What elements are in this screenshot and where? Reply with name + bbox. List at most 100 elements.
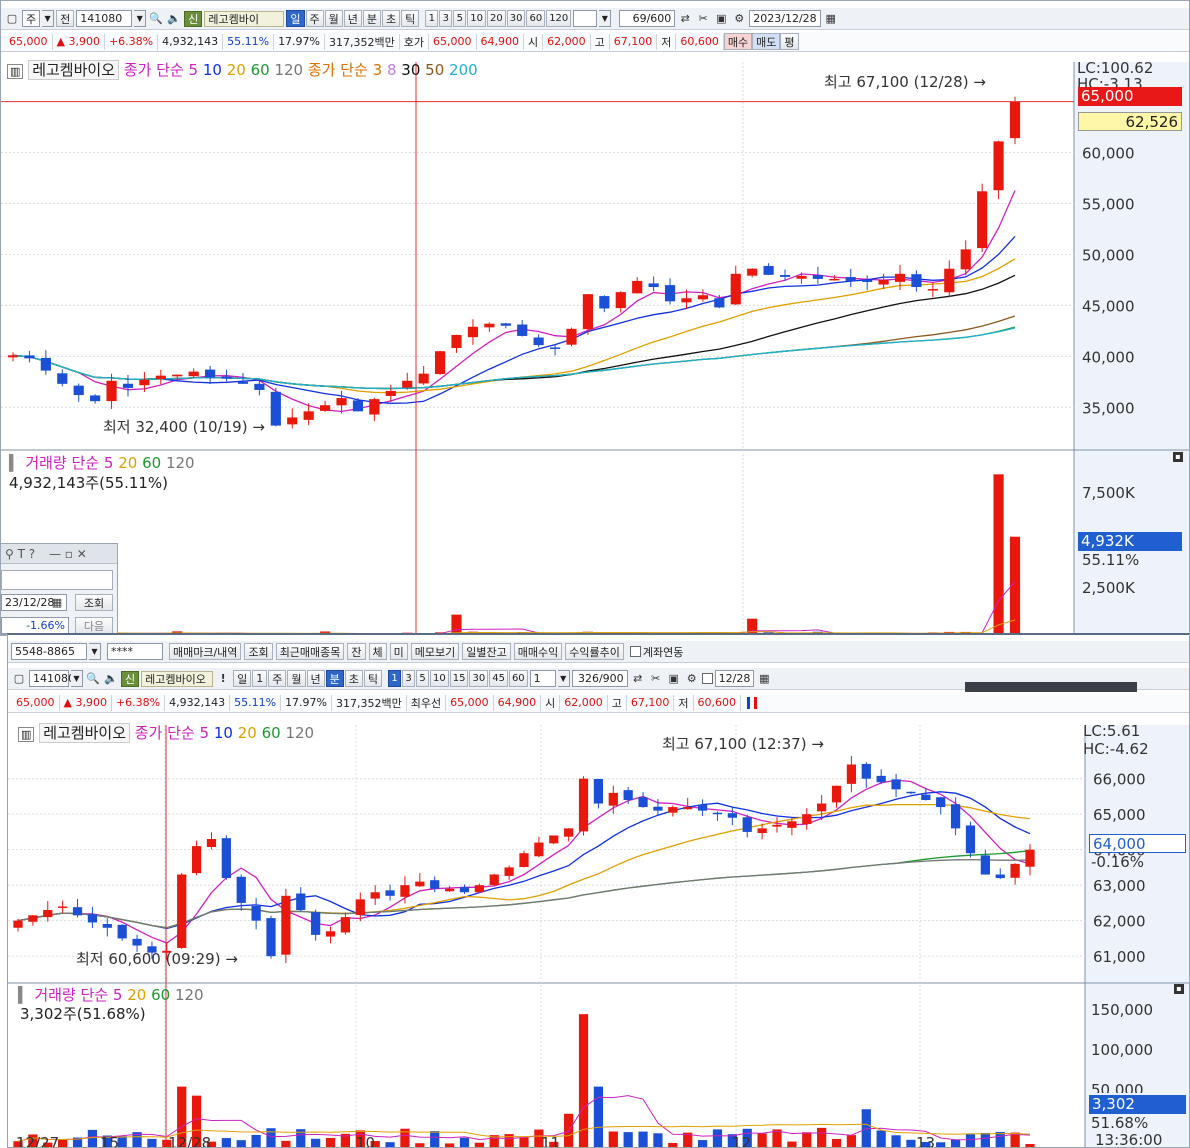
- sell-button[interactable]: 매도: [752, 33, 781, 50]
- period-button-7[interactable]: 틱: [363, 670, 382, 687]
- candle-body: [648, 283, 659, 288]
- period-button-6[interactable]: 초: [344, 670, 363, 687]
- avg-button[interactable]: 평: [780, 33, 799, 50]
- calendar-icon[interactable]: ▦: [823, 10, 839, 27]
- interval-button-7[interactable]: 120: [546, 10, 572, 27]
- period-button-6[interactable]: 틱: [401, 10, 420, 27]
- dialog-query-button[interactable]: 조회: [75, 594, 113, 611]
- code-input[interactable]: 141080: [76, 10, 133, 27]
- page-count[interactable]: 326/900: [571, 670, 628, 687]
- settings-icon[interactable]: ▥: [7, 64, 24, 79]
- interval-button-5[interactable]: 30: [469, 670, 489, 687]
- option-checkbox[interactable]: [701, 673, 713, 684]
- interval-buttons: 1 3 5 10 20 30 60 120: [425, 10, 572, 27]
- stock-name[interactable]: 레고켐바이오: [141, 670, 214, 687]
- chevron-down-icon[interactable]: ▼: [557, 670, 570, 687]
- daily-candle-chart[interactable]: 35,000 40,000 45,000 50,000 55,000 60,000: [1, 54, 1190, 636]
- type-select[interactable]: 주: [22, 10, 41, 27]
- interval-button-1[interactable]: 3: [402, 670, 415, 687]
- save-icon[interactable]: ▣: [713, 10, 729, 27]
- speaker-icon[interactable]: 🔈: [103, 670, 119, 687]
- arrows-icon[interactable]: ⇄: [677, 10, 693, 27]
- search-icon[interactable]: 🔍: [85, 670, 101, 687]
- account-tab-4[interactable]: 체: [368, 643, 387, 660]
- save-icon[interactable]: ▣: [666, 670, 682, 687]
- account-tab-9[interactable]: 수익률추이: [565, 643, 624, 660]
- period-button-1[interactable]: 1: [252, 670, 268, 687]
- window-icon[interactable]: ▢: [4, 10, 20, 27]
- gear-icon[interactable]: ⚙: [731, 10, 747, 27]
- calendar-icon[interactable]: ▦: [49, 594, 65, 611]
- period-button-5[interactable]: 분: [325, 670, 344, 687]
- speaker-icon[interactable]: 🔈: [166, 10, 182, 27]
- calendar-icon[interactable]: ▦: [756, 670, 772, 687]
- account-tab-7[interactable]: 일별잔고: [462, 643, 511, 660]
- account-tab-0[interactable]: 매매마크/내역: [169, 643, 242, 660]
- account-tab-3[interactable]: 잔: [347, 643, 366, 660]
- chevron-down-icon[interactable]: ▼: [134, 10, 147, 27]
- pin-icon[interactable]: ⚲: [5, 547, 14, 561]
- page-count[interactable]: 69/600: [619, 10, 676, 27]
- interval-custom[interactable]: [573, 10, 598, 27]
- link-checkbox[interactable]: [629, 646, 641, 657]
- account-tab-2[interactable]: 최근매매종목: [275, 643, 345, 660]
- interval-button-6[interactable]: 60: [526, 10, 546, 27]
- interval-button-0[interactable]: 1: [425, 10, 439, 27]
- interval-button-7[interactable]: 60: [508, 670, 528, 687]
- interval-button-4[interactable]: 20: [486, 10, 506, 27]
- period-button-4[interactable]: 년: [306, 670, 325, 687]
- account-tab-6[interactable]: 메모보기: [410, 643, 460, 660]
- volume-close-icon[interactable]: ▪: [1174, 984, 1184, 994]
- period-button-0[interactable]: 일: [286, 10, 305, 27]
- code-input[interactable]: 141080: [29, 670, 75, 687]
- volume-close-icon[interactable]: ▪: [1173, 452, 1183, 462]
- interval-button-5[interactable]: 30: [506, 10, 526, 27]
- close-icon[interactable]: ✕: [77, 547, 87, 561]
- account-tab-1[interactable]: 조회: [244, 643, 273, 660]
- settings-icon[interactable]: ▥: [18, 727, 35, 742]
- account-tab-5[interactable]: 미: [389, 643, 408, 660]
- gear-icon[interactable]: ⚙: [684, 670, 700, 687]
- search-icon[interactable]: 🔍: [148, 10, 164, 27]
- interval-button-0[interactable]: 1: [388, 670, 401, 687]
- chevron-down-icon[interactable]: ▼: [71, 670, 83, 687]
- chevron-down-icon[interactable]: ▼: [599, 10, 612, 27]
- period-button-0[interactable]: 일: [233, 670, 252, 687]
- tools-icon[interactable]: ✂: [695, 10, 711, 27]
- period-button-2[interactable]: 주: [268, 670, 287, 687]
- account-input[interactable]: 5548-8865: [11, 643, 87, 660]
- period-button-2[interactable]: 월: [324, 10, 343, 27]
- period-button-3[interactable]: 월: [287, 670, 306, 687]
- window-icon[interactable]: ▢: [11, 670, 27, 687]
- date-input[interactable]: 2023/12/28: [749, 10, 821, 27]
- candle-body: [965, 825, 976, 854]
- maximize-icon[interactable]: ▫: [65, 547, 73, 561]
- tools-icon[interactable]: ✂: [648, 670, 664, 687]
- interval-button-2[interactable]: 5: [453, 10, 467, 27]
- dialog-icons[interactable]: T ?: [18, 547, 36, 561]
- period-button-4[interactable]: 분: [362, 10, 381, 27]
- period-button-3[interactable]: 년: [343, 10, 362, 27]
- stock-name[interactable]: 레고켐바이: [204, 10, 285, 27]
- period-button-5[interactable]: 초: [382, 10, 401, 27]
- password-input[interactable]: ****: [107, 643, 163, 660]
- interval-button-4[interactable]: 15: [449, 670, 469, 687]
- chevron-down-icon[interactable]: ▼: [42, 10, 55, 27]
- buy-button[interactable]: 매수: [723, 33, 753, 50]
- period-button-1[interactable]: 주: [305, 10, 324, 27]
- account-tab-8[interactable]: 매매수익: [513, 643, 563, 660]
- dialog-next-button[interactable]: 다음: [75, 617, 113, 634]
- chevron-down-icon[interactable]: ▼: [89, 643, 101, 660]
- interval-button-3[interactable]: 10: [467, 10, 486, 27]
- interval-button-1[interactable]: 3: [439, 10, 453, 27]
- minimize-icon[interactable]: —: [49, 547, 61, 561]
- interval-button-3[interactable]: 10: [430, 670, 449, 687]
- count-select[interactable]: 1: [529, 670, 556, 687]
- interval-button-6[interactable]: 45: [489, 670, 508, 687]
- alert-icon[interactable]: !: [215, 670, 231, 687]
- minute-candle-chart[interactable]: 61,000 62,000 63,000 64,000 65,000 66,000 12/2…: [8, 715, 1190, 1148]
- interval-button-2[interactable]: 5: [416, 670, 429, 687]
- date-input[interactable]: 12/28: [714, 670, 755, 687]
- prev-button[interactable]: 전: [56, 10, 75, 27]
- arrows-icon[interactable]: ⇄: [630, 670, 646, 687]
